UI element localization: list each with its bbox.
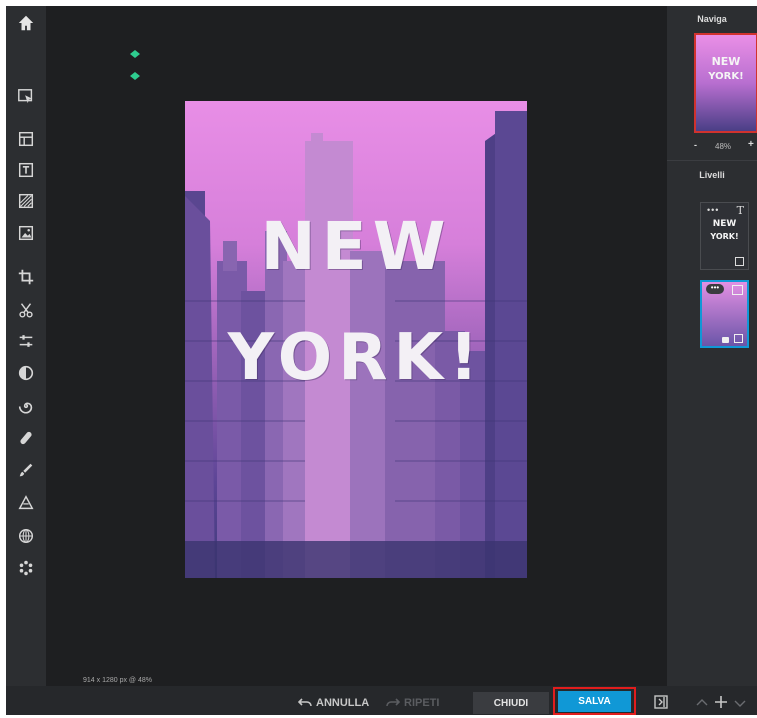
canvas-area[interactable]: NEW YORK! 914 x 1280 px @ 48%	[46, 6, 667, 686]
bottom-bar	[6, 686, 757, 715]
layer-text[interactable]: ••• T NEW YORK!	[700, 202, 749, 270]
cutout-icon[interactable]	[12, 297, 40, 323]
navigator-thumb-text-line1: NEW	[711, 55, 741, 68]
image-layer-icon	[732, 285, 743, 295]
canvas-dimensions-label: 914 x 1280 px @ 48%	[83, 677, 152, 684]
adjust-icon[interactable]	[12, 328, 40, 354]
headline-line1[interactable]: NEW	[185, 211, 527, 283]
layout-icon[interactable]	[12, 126, 40, 152]
layer-menu-icon[interactable]: •••	[706, 284, 724, 294]
effect-icon[interactable]	[12, 393, 40, 419]
arrange-icon[interactable]	[12, 84, 40, 110]
add-layer-icon[interactable]	[714, 695, 728, 709]
text-layer-icon: T	[736, 204, 744, 217]
crop-icon[interactable]	[12, 264, 40, 290]
layer-image[interactable]: •••	[700, 280, 749, 348]
layer-text-line1: NEW	[712, 219, 737, 229]
close-button[interactable]: CHIUDI	[473, 692, 549, 714]
layers-title: Livelli	[699, 170, 725, 180]
redo-button[interactable]: RIPETI	[386, 697, 439, 709]
visibility-checkbox-icon[interactable]	[735, 257, 744, 266]
right-panel: Naviga NEW YORK! - 48% + Livelli ••• T N…	[667, 6, 757, 686]
photo-editor-app: NEW YORK! 914 x 1280 px @ 48% ANNULLA RI…	[6, 6, 757, 715]
move-handle[interactable]	[130, 72, 140, 80]
filter-icon[interactable]	[12, 360, 40, 386]
redo-icon	[386, 698, 400, 707]
text-icon[interactable]	[12, 157, 40, 183]
headline-line2[interactable]: YORK!	[185, 323, 527, 393]
undo-button[interactable]: ANNULLA	[298, 697, 369, 709]
layer-menu-icon[interactable]: •••	[707, 205, 719, 215]
left-toolbar	[6, 6, 46, 715]
undo-icon	[298, 698, 312, 707]
layer-text-line2: YORK!	[710, 232, 739, 241]
image-icon[interactable]	[12, 220, 40, 246]
panel-divider	[667, 160, 757, 161]
lock-icon[interactable]	[722, 337, 729, 343]
pattern-icon[interactable]	[12, 188, 40, 214]
home-icon[interactable]	[12, 10, 40, 36]
undo-label: ANNULLA	[316, 697, 370, 709]
visibility-checkbox-icon[interactable]	[734, 334, 743, 343]
navigator-thumbnail[interactable]: NEW YORK!	[694, 33, 757, 133]
draw-icon[interactable]	[12, 457, 40, 483]
elements-icon[interactable]	[12, 555, 40, 581]
zoom-value: 48%	[715, 142, 732, 151]
redo-label: RIPETI	[404, 697, 440, 709]
navigator-title: Naviga	[697, 14, 727, 24]
save-button[interactable]: SALVA	[558, 691, 631, 712]
layer-up-icon[interactable]	[696, 696, 708, 708]
rotate-handle[interactable]	[130, 50, 140, 58]
artwork-canvas[interactable]: NEW YORK!	[185, 101, 527, 578]
frame-icon[interactable]	[12, 523, 40, 549]
layer-down-icon[interactable]	[734, 696, 746, 708]
zoom-in-button[interactable]: +	[748, 139, 754, 150]
vector-icon[interactable]	[12, 490, 40, 516]
zoom-out-button[interactable]: -	[694, 140, 697, 150]
retouch-icon[interactable]	[12, 425, 40, 451]
navigator-thumb-text-line2: YORK!	[708, 71, 744, 82]
toggle-panel-icon[interactable]	[654, 695, 668, 709]
